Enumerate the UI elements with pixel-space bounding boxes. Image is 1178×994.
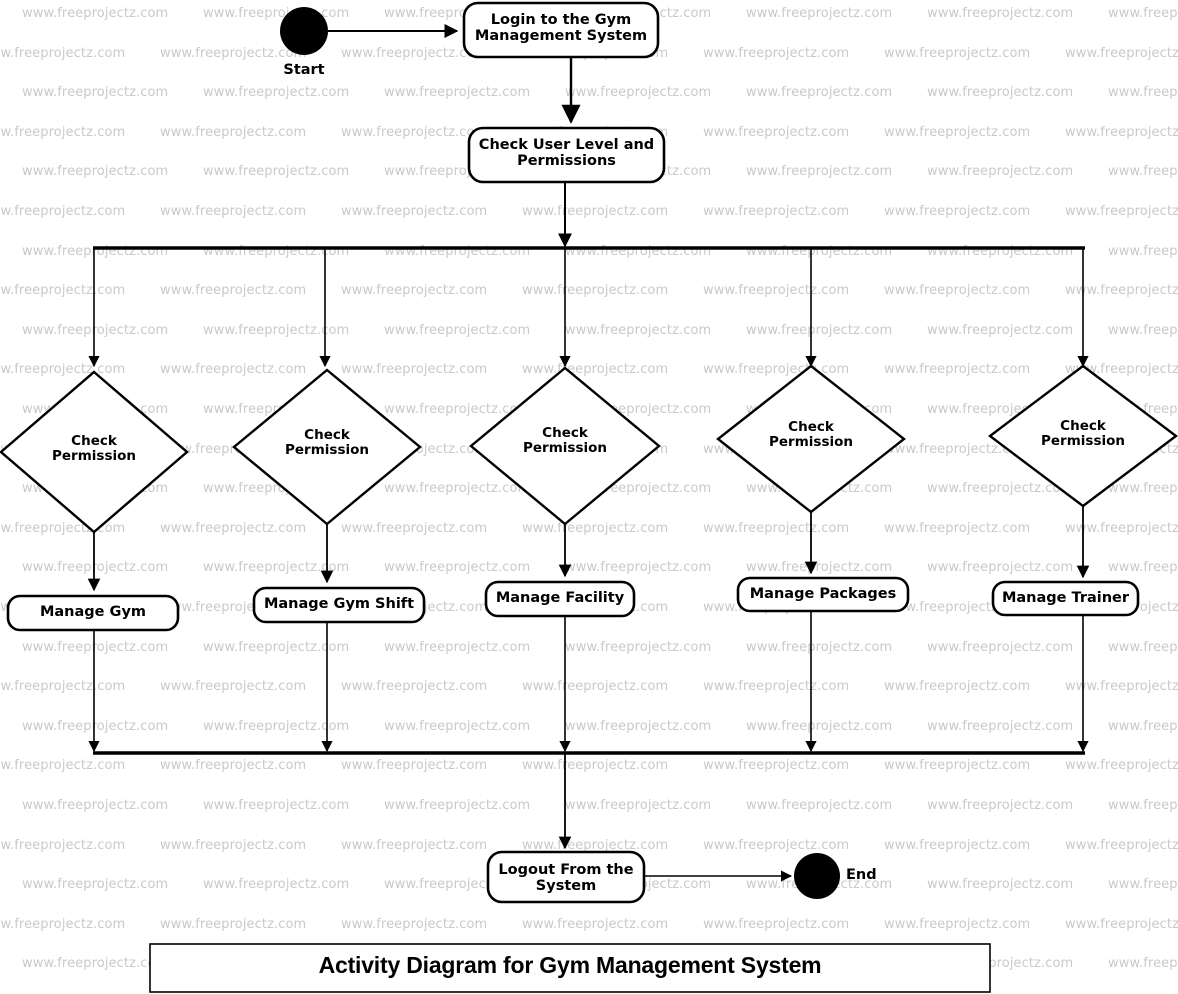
diagram-shapes-layer <box>0 0 1178 994</box>
activity-box-manage-trainer <box>991 580 1140 617</box>
activity-box-manage-packages <box>736 576 910 613</box>
decision-diamond-1 <box>0 370 189 534</box>
activity-box-logout <box>486 850 646 904</box>
activity-box-manage-gym-shift <box>252 586 426 624</box>
decision-diamond-4 <box>716 364 906 514</box>
activity-box-manage-gym <box>6 594 180 632</box>
activity-box-login <box>462 1 660 59</box>
start-node <box>280 7 328 55</box>
decision-diamond-3 <box>469 366 661 526</box>
decision-diamond-2 <box>232 368 422 526</box>
activity-box-check-user-level <box>467 126 666 184</box>
activity-box-manage-facility <box>484 580 636 618</box>
end-node <box>794 853 840 899</box>
decision-diamond-5 <box>988 364 1178 508</box>
activity-diagram-canvas: www.freeprojectz.com www.freeprojectz.com… <box>0 0 1178 994</box>
caption-box <box>149 943 991 993</box>
